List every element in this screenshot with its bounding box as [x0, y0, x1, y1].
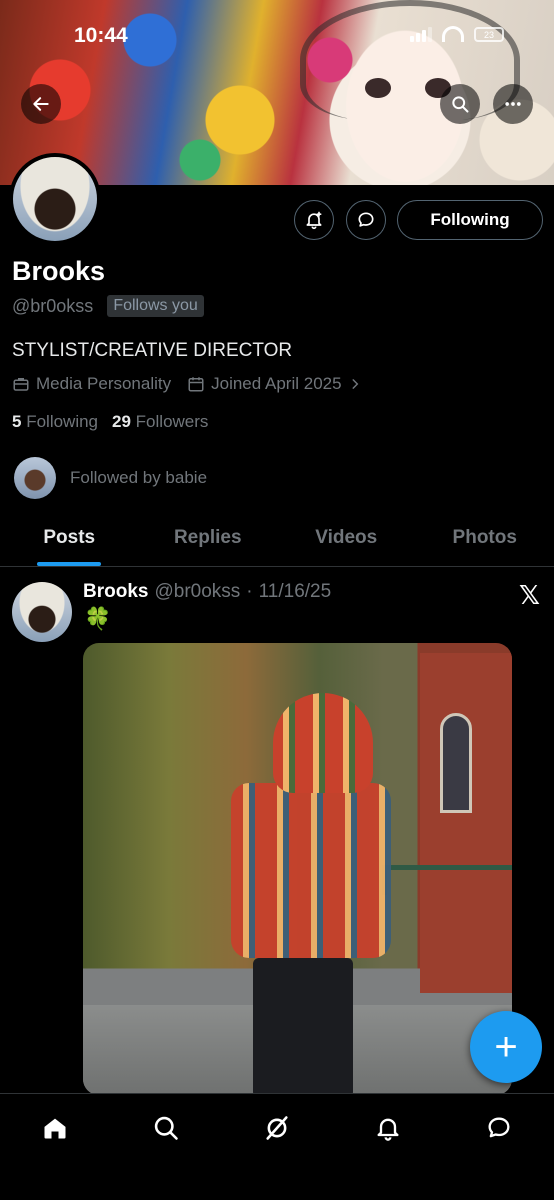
x-logo-icon: 𝕏 — [519, 580, 540, 610]
chevron-right-icon — [352, 379, 358, 389]
tab-videos[interactable]: Videos — [277, 512, 416, 566]
profile-avatar[interactable] — [9, 153, 101, 245]
chat-icon — [488, 1117, 510, 1138]
image-person-hood — [273, 693, 373, 793]
following-count-link[interactable]: 5 Following — [12, 412, 98, 432]
status-icons: 23 — [410, 26, 504, 42]
battery-icon: 23 — [474, 27, 504, 42]
follows-you-badge: Follows you — [107, 295, 204, 317]
nav-notifications[interactable] — [368, 1108, 408, 1148]
profile-tabs: Posts Replies Videos Photos — [0, 512, 554, 567]
calendar-icon — [188, 377, 204, 392]
post-image[interactable] — [83, 643, 512, 1095]
message-icon — [358, 212, 374, 227]
image-window — [440, 713, 472, 813]
compose-button[interactable]: + — [470, 1011, 542, 1083]
followers-count-link[interactable]: 29 Followers — [112, 412, 208, 432]
home-icon — [44, 1118, 66, 1139]
image-person-body — [231, 783, 391, 958]
following-count: 5 — [12, 412, 22, 431]
post-separator: · — [246, 581, 253, 602]
bottom-nav — [0, 1093, 554, 1200]
back-arrow-icon — [33, 97, 49, 111]
followed-by-text: Followed by babie — [70, 468, 208, 487]
more-button[interactable] — [493, 84, 533, 124]
following-button[interactable]: Following — [397, 200, 543, 240]
more-icon — [505, 102, 521, 106]
joined-item[interactable]: Joined April 2025 — [187, 374, 361, 394]
followers-count: 29 — [112, 412, 131, 431]
grok-icon — [266, 1116, 288, 1140]
notify-button[interactable] — [294, 200, 334, 240]
status-time: 10:44 — [74, 24, 128, 47]
follow-counts: 5 Following 29 Followers — [12, 412, 208, 432]
image-person-legs — [253, 958, 353, 1095]
followers-label: Followers — [135, 412, 209, 431]
nav-messages[interactable] — [479, 1108, 519, 1148]
post-author-handle: @br0okss — [154, 581, 241, 602]
profile-meta: Media Personality Joined April 2025 — [12, 374, 362, 394]
followed-by-row[interactable]: Followed by babie — [14, 457, 207, 499]
profile-handle: @br0okss — [12, 295, 94, 316]
category-label: Media Personality — [36, 374, 172, 393]
signal-icon — [410, 27, 432, 42]
message-button[interactable] — [346, 200, 386, 240]
joined-label: Joined April 2025 — [211, 374, 342, 393]
nav-home[interactable] — [35, 1108, 75, 1148]
wifi-icon — [442, 26, 464, 42]
nav-grok[interactable] — [257, 1108, 297, 1148]
category-item: Media Personality — [12, 374, 171, 394]
bell-icon — [377, 1118, 399, 1141]
tab-replies[interactable]: Replies — [139, 512, 278, 566]
follower-avatar — [14, 457, 56, 499]
notify-bell-icon — [306, 211, 322, 230]
image-building — [420, 653, 512, 993]
search-icon — [154, 1116, 178, 1140]
tab-posts[interactable]: Posts — [0, 512, 139, 566]
search-icon — [452, 96, 469, 113]
post-text: 🍀 — [84, 606, 112, 631]
profile-name: Brooks — [12, 256, 106, 286]
battery-level: 23 — [483, 29, 494, 40]
tab-photos[interactable]: Photos — [416, 512, 554, 566]
banner-art-eye — [365, 78, 391, 98]
nav-search[interactable] — [146, 1108, 186, 1148]
following-label: Following — [26, 412, 99, 431]
post-author-name[interactable]: Brooks — [83, 581, 148, 603]
post-header: Brooks @br0okss · 11/16/25 — [83, 581, 331, 603]
handle-row: @br0okss Follows you — [12, 295, 204, 317]
post-author-avatar[interactable] — [12, 582, 72, 642]
briefcase-icon — [13, 378, 29, 391]
back-button[interactable] — [21, 84, 61, 124]
image-railing — [382, 865, 512, 895]
post-date: 11/16/25 — [258, 581, 332, 602]
search-button[interactable] — [440, 84, 480, 124]
profile-bio: STYLIST/CREATIVE DIRECTOR — [12, 340, 293, 361]
